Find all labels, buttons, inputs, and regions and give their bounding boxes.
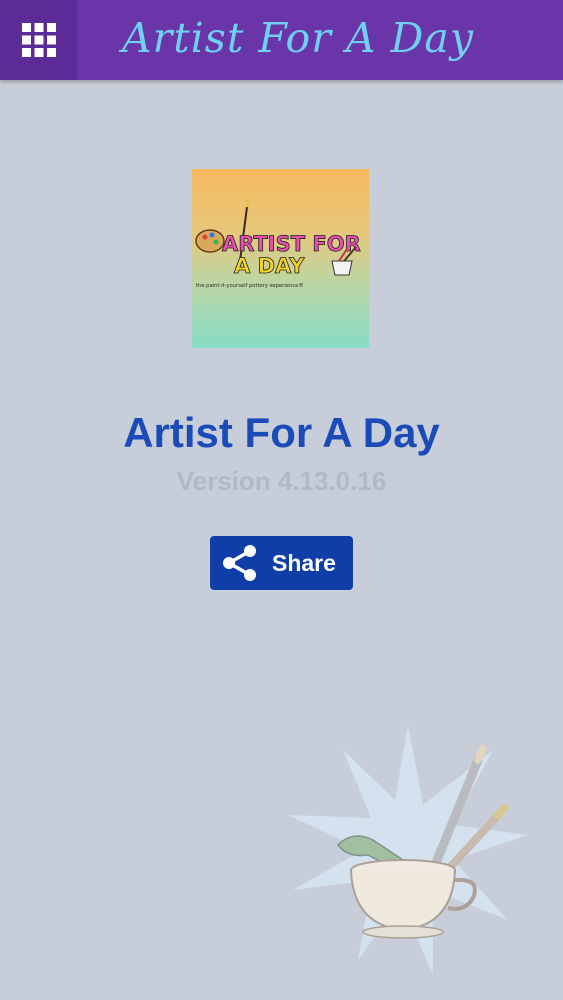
app-logo: ARTIST FOR A DAY the paint-it-yourself p… [192, 169, 369, 348]
app-version: Version 4.13.0.16 [176, 466, 387, 496]
top-app-bar: Artist For A Day [0, 0, 563, 80]
grid-menu-icon [21, 23, 56, 57]
paint-cup-brushes-icon [288, 725, 528, 975]
menu-button[interactable] [0, 0, 77, 80]
svg-text:the paint-it-yourself pottery: the paint-it-yourself pottery experience… [196, 282, 304, 289]
share-button[interactable]: Share [210, 536, 353, 590]
app-name: Artist For A Day [123, 409, 440, 456]
share-button-label: Share [272, 549, 336, 576]
svg-text:A DAY: A DAY [234, 254, 305, 278]
svg-text:ARTIST FOR: ARTIST FOR [222, 232, 361, 256]
app-bar-title: Artist For A Day [122, 14, 474, 62]
about-screen: Artist For A Day ARTIST FOR A DAY the pa… [0, 0, 563, 1000]
share-icon [223, 545, 256, 581]
